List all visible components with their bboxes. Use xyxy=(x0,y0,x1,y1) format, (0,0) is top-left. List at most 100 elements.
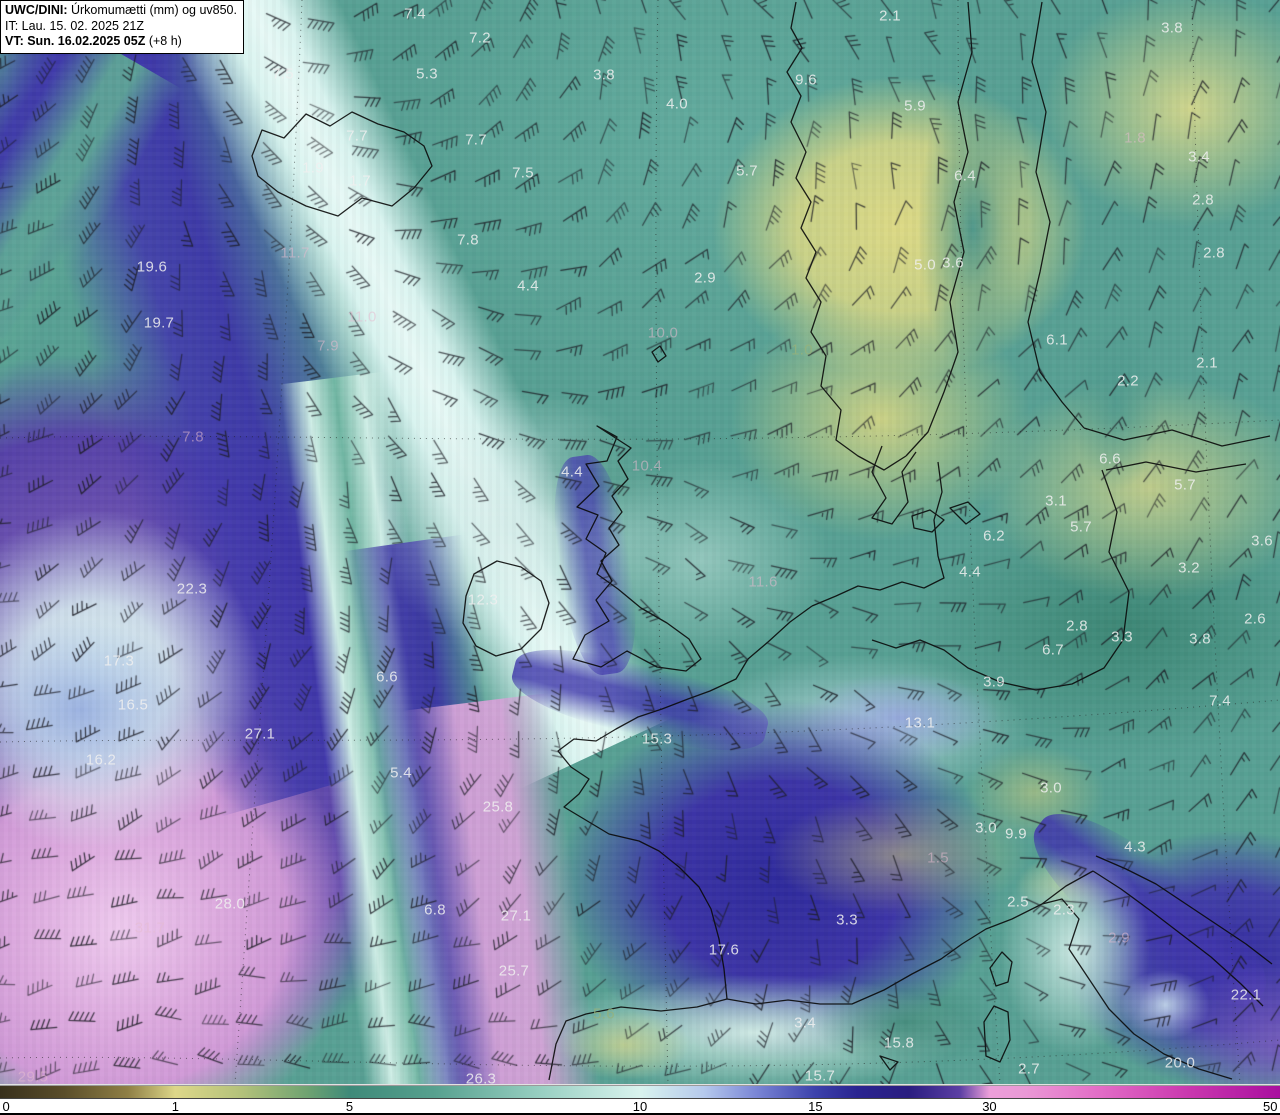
precip-value-label: 2.9 xyxy=(694,269,716,287)
precip-value-label: 3.4 xyxy=(1188,148,1210,166)
precip-value-label: 5.7 xyxy=(736,162,758,180)
precip-value-label: 3.0 xyxy=(1040,779,1062,797)
precip-value-label: 1.0 xyxy=(791,341,813,359)
precip-value-label-layer: 7.4 2.1 3.8 7.2 7.5 5.3 3.8 9.6 4.0 5.9 7.7 1.8 7.7 3… xyxy=(0,0,1280,1085)
colorbar-tick-label: 0 xyxy=(2,1099,10,1114)
precip-value-label: 29.5 xyxy=(17,1068,49,1085)
precip-value-label: 7.4 xyxy=(1209,692,1231,710)
precip-value-label: 5.7 xyxy=(1174,476,1196,494)
precip-value-label: 7.7 xyxy=(346,127,368,145)
precip-value-label: 2.1 xyxy=(1196,354,1218,372)
precip-value-label: 13.1 xyxy=(904,714,936,732)
precip-value-label: 1.9 xyxy=(302,159,324,177)
precip-value-label: 6.2 xyxy=(983,527,1005,545)
precip-value-label: 3.3 xyxy=(836,911,858,929)
precip-value-label: 7.5 xyxy=(512,164,534,182)
colorbar-tick-label: 1 xyxy=(171,1099,179,1114)
precip-value-label: 22.1 xyxy=(1230,986,1262,1004)
map-legend-box: UWC/DINI: Úrkomumætti (mm) og uv850. IT:… xyxy=(0,0,244,54)
precip-colorbar: 0 1 5 10 15 30 50 xyxy=(0,1084,1280,1115)
precip-value-label: 7.9 xyxy=(317,337,339,355)
precip-value-label: 3.9 xyxy=(983,673,1005,691)
precip-value-label: 11.0 xyxy=(347,308,377,326)
precip-value-label: 15.8 xyxy=(883,1034,915,1052)
precip-value-label: 4.4 xyxy=(561,463,583,481)
precip-value-label: 4.4 xyxy=(517,277,539,295)
precip-value-label: 3.4 xyxy=(794,1014,816,1032)
precip-value-label: 7.4 xyxy=(404,5,426,23)
legend-valid-time: VT: Sun. 16.02.2025 05Z xyxy=(5,34,146,48)
precip-value-label: 2.5 xyxy=(1007,893,1029,911)
precip-value-label: 3.8 xyxy=(1161,19,1183,37)
precip-value-label: 6.6 xyxy=(1099,450,1121,468)
precip-value-label: 1.5 xyxy=(927,849,949,867)
weather-map-screenshot: 7.4 2.1 3.8 7.2 7.5 5.3 3.8 9.6 4.0 5.9 7.7 1.8 7.7 3… xyxy=(0,0,1280,1115)
legend-model-name: UWC/DINI: xyxy=(5,3,68,17)
precip-value-label: 19.7 xyxy=(143,314,175,332)
precip-value-label: 4.4 xyxy=(959,563,981,581)
precip-value-label: 7.8 xyxy=(182,428,204,446)
precip-value-label: 25.7 xyxy=(498,962,530,980)
precip-value-label: 6.4 xyxy=(954,167,976,185)
precip-value-label: 12.3 xyxy=(467,591,499,609)
precip-value-label: 17.3 xyxy=(103,652,135,670)
precip-value-label: 31.7 xyxy=(134,919,166,937)
precip-value-label: 7.2 xyxy=(469,29,491,47)
colorbar-tick-row: 0 1 5 10 15 30 50 xyxy=(0,1099,1280,1115)
precip-value-label: 5.6 xyxy=(593,1005,615,1023)
precip-value-label: 2.3 xyxy=(1053,901,1075,919)
colorbar-tick-label: 50 xyxy=(1262,1099,1278,1114)
precip-value-label: 17.6 xyxy=(708,941,740,959)
precip-value-label: 11.7 xyxy=(280,244,310,262)
precip-value-label: 3.8 xyxy=(1189,630,1211,648)
precip-value-label: 4.0 xyxy=(666,95,688,113)
precip-value-label: 27.1 xyxy=(500,907,532,925)
legend-title-line: UWC/DINI: Úrkomumætti (mm) og uv850. xyxy=(5,3,237,19)
precip-value-label: 2.6 xyxy=(1244,610,1266,628)
precip-value-label: 3.6 xyxy=(942,254,964,272)
precip-value-label: 3.8 xyxy=(593,66,615,84)
precip-value-label: 1.8 xyxy=(1124,129,1146,147)
precip-value-label: 2.9 xyxy=(1108,929,1130,947)
legend-init-line: IT: Lau. 15. 02. 2025 21Z xyxy=(5,18,144,33)
precip-value-label: 6.1 xyxy=(1046,331,1068,349)
precip-value-label: 3.6 xyxy=(1251,532,1273,550)
precip-value-label: 5.0 xyxy=(914,256,936,274)
precip-value-label: 5.4 xyxy=(390,764,412,782)
precip-value-label: 10.4 xyxy=(631,457,663,475)
colorbar-tick-label: 5 xyxy=(345,1099,354,1114)
precip-value-label: 25.8 xyxy=(482,798,514,816)
precip-value-label: 20.0 xyxy=(1164,1054,1196,1072)
precip-value-label: 9.6 xyxy=(795,71,817,89)
precip-value-label: 5.9 xyxy=(904,97,926,115)
legend-valid-line: VT: Sun. 16.02.2025 05Z (+8 h) xyxy=(5,34,237,50)
precip-value-label: 11.6 xyxy=(748,573,778,591)
precip-value-label: 3.2 xyxy=(1178,559,1200,577)
colorbar-gradient-band xyxy=(0,1086,1280,1099)
precip-value-label: 2.8 xyxy=(1066,617,1088,635)
precip-value-label: 15.7 xyxy=(804,1067,836,1084)
precip-value-label: 1.7 xyxy=(349,172,371,190)
precip-value-label: 6.6 xyxy=(376,668,398,686)
precip-value-label: 16.2 xyxy=(85,751,117,769)
precip-value-label: 15.3 xyxy=(641,730,673,748)
legend-valid-offset: (+8 h) xyxy=(145,34,182,48)
precip-value-label: 3.3 xyxy=(1111,628,1133,646)
colorbar-tick-label: 10 xyxy=(632,1099,648,1114)
precip-value-label: 2.2 xyxy=(1117,372,1139,390)
precip-value-label: 6.7 xyxy=(1042,641,1064,659)
precip-value-label: 2.8 xyxy=(1192,191,1214,209)
precip-value-label: 3.1 xyxy=(1045,492,1067,510)
legend-title-text: Úrkomumætti (mm) og uv850. xyxy=(67,3,237,17)
precip-value-label: 5.7 xyxy=(1070,518,1092,536)
precip-value-label: 5.3 xyxy=(416,65,438,83)
precip-value-label: 6.8 xyxy=(424,901,446,919)
precip-value-label: 7.8 xyxy=(457,231,479,249)
precip-value-label: 9.9 xyxy=(1005,825,1027,843)
colorbar-tick-label: 15 xyxy=(808,1099,823,1114)
precip-value-label: 4.3 xyxy=(1124,838,1146,856)
precip-value-label: 26.3 xyxy=(465,1070,497,1085)
precip-value-label: 28.0 xyxy=(214,895,246,913)
precip-value-label: 2.8 xyxy=(1203,244,1225,262)
precip-wind-map: 7.4 2.1 3.8 7.2 7.5 5.3 3.8 9.6 4.0 5.9 7.7 1.8 7.7 3… xyxy=(0,0,1280,1084)
